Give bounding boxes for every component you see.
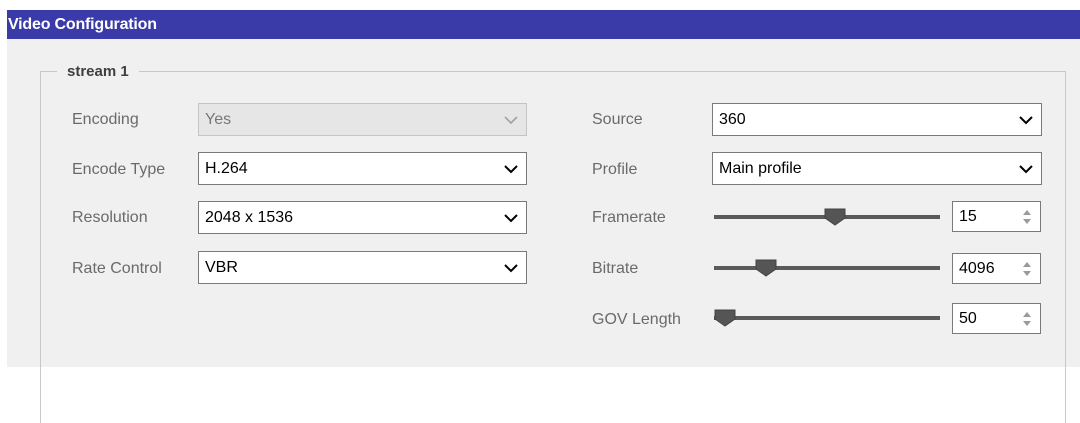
chevron-down-icon [504, 116, 518, 125]
profile-select[interactable]: Main profile [712, 152, 1042, 185]
encoding-select: Yes [198, 103, 527, 136]
profile-label: Profile [592, 161, 638, 178]
resolution-select[interactable]: 2048 x 1536 [198, 201, 527, 234]
source-value: 360 [719, 111, 746, 128]
encoding-label: Encoding [72, 111, 139, 128]
profile-value: Main profile [719, 160, 802, 177]
rate-control-select[interactable]: VBR [198, 251, 527, 284]
encoding-value: Yes [205, 111, 232, 128]
framerate-slider-thumb[interactable] [824, 208, 846, 226]
resolution-value: 2048 x 1536 [205, 209, 294, 226]
resolution-label: Resolution [72, 209, 148, 226]
bitrate-slider-track[interactable] [714, 266, 940, 270]
chevron-down-icon [504, 165, 518, 174]
framerate-label: Framerate [592, 209, 666, 226]
encode-type-select[interactable]: H.264 [198, 152, 527, 185]
gov-length-label: GOV Length [592, 311, 681, 328]
chevron-down-icon [1019, 165, 1033, 174]
spin-arrows-icon[interactable] [1021, 310, 1033, 328]
encode-type-label: Encode Type [72, 161, 166, 178]
spin-arrows-icon[interactable] [1021, 260, 1033, 278]
gov-length-spinner[interactable]: 50 [952, 303, 1041, 334]
chevron-down-icon [1019, 116, 1033, 125]
chevron-down-icon [504, 214, 518, 223]
panel-title-bar: Video Configuration [7, 10, 1080, 39]
source-select[interactable]: 360 [712, 103, 1042, 136]
spin-arrows-icon[interactable] [1021, 208, 1033, 226]
source-label: Source [592, 111, 643, 128]
framerate-spinner[interactable]: 15 [952, 201, 1041, 232]
bitrate-slider-thumb[interactable] [755, 259, 777, 277]
rate-control-value: VBR [205, 259, 238, 276]
gov-length-slider-thumb[interactable] [714, 309, 736, 327]
bitrate-value: 4096 [959, 260, 995, 277]
gov-length-value: 50 [959, 310, 977, 327]
bitrate-label: Bitrate [592, 260, 639, 277]
stream-legend: stream 1 [67, 63, 129, 80]
chevron-down-icon [504, 264, 518, 273]
encode-type-value: H.264 [205, 160, 248, 177]
rate-control-label: Rate Control [72, 260, 162, 277]
panel-title: Video Configuration [8, 16, 157, 33]
bitrate-spinner[interactable]: 4096 [952, 253, 1041, 284]
framerate-value: 15 [959, 208, 977, 225]
gov-length-slider-track[interactable] [714, 316, 940, 320]
